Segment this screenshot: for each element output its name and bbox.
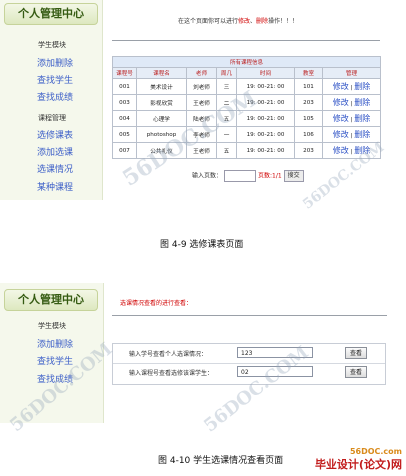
delete-link[interactable]: 删除 <box>354 82 370 91</box>
page-submit-button[interactable]: 搜交 <box>283 170 304 182</box>
sidebar-link-find-student[interactable]: 查找学生 <box>37 73 73 86</box>
pager: 输入页数： 页数:1/1 搜交 <box>192 170 304 182</box>
sidebar-link-add-course[interactable]: 添加选课 <box>37 145 73 158</box>
page-input[interactable] <box>224 170 257 182</box>
cell: 19: 00-21: 00 <box>236 126 295 143</box>
sidebar-link-course-other[interactable]: 某种课程 <box>37 180 73 193</box>
col-header: 课程号 <box>112 67 137 79</box>
cell: 美术设计 <box>136 78 187 95</box>
sidebar-section-student: 学生模块 <box>38 322 66 330</box>
cell: 203 <box>294 94 323 111</box>
delete-link[interactable]: 删除 <box>354 114 370 123</box>
cell: 19: 00-21: 00 <box>236 142 295 159</box>
view-course-button[interactable]: 查看 <box>345 366 367 378</box>
row-actions: 修改 | 删除 <box>322 126 381 143</box>
cell: 203 <box>294 142 323 159</box>
col-header: 周几 <box>216 67 237 79</box>
row-actions: 修改 | 删除 <box>322 78 381 95</box>
query-label-course: 输入课程号查看选修该课学生： <box>129 370 214 377</box>
sidebar-link-course-list[interactable]: 选修课表 <box>37 128 73 141</box>
sidebar: 个人管理中心 学生模块 添加删除 查找学生 查找成绩 课程管理 选修课表 添加选… <box>0 0 103 200</box>
sidebar-link-find-student[interactable]: 查找学生 <box>37 354 73 367</box>
cell: 001 <box>112 78 137 95</box>
query-panel: 输入学号查看个人选课情况： 123 查看 输入课程号查看选修该课学生： 02 查… <box>112 343 386 385</box>
cell: 005 <box>112 126 137 143</box>
col-header: 老师 <box>186 67 217 79</box>
pager-total: 页数:1/1 <box>258 172 282 180</box>
site-brand-logo: 56DOC.com 毕业设计(论文)网 <box>315 447 402 472</box>
sidebar-link-add-delete[interactable]: 添加删除 <box>37 56 73 69</box>
hint-prefix: 在这个页面你可以进行 <box>178 18 239 25</box>
table-header-row: 课程号 课程名 老师 周几 时间 教室 管理 <box>112 67 381 79</box>
sidebar-link-add-delete[interactable]: 添加删除 <box>37 337 73 350</box>
row-actions: 修改 | 删除 <box>322 94 381 111</box>
figure-caption-1: 图 4-9 选修课表页面 <box>160 240 244 250</box>
page-hint: 在这个页面你可以进行修改、删除操作！！！ <box>178 16 298 25</box>
brand-url: 56DOC.com <box>349 447 402 456</box>
edit-link[interactable]: 修改 <box>333 82 349 91</box>
query-label-student: 输入学号查看个人选课情况： <box>129 351 208 358</box>
divider <box>112 40 380 41</box>
col-header: 管理 <box>322 67 381 79</box>
cell: 影视欣赏 <box>136 94 187 111</box>
pager-label: 输入页数： <box>192 172 223 180</box>
hint-suffix: 操作！！！ <box>268 18 299 25</box>
cell: 五 <box>216 142 237 159</box>
brand-name: 毕业设计(论文)网 <box>314 458 402 471</box>
row-divider <box>113 363 385 364</box>
view-student-button[interactable]: 查看 <box>345 347 367 359</box>
sidebar-link-course-status[interactable]: 选课情况 <box>37 162 73 175</box>
sidebar-title: 个人管理中心 <box>4 289 98 311</box>
table-row: 005 photoshop 李老师一 19: 00-21: 00 106 修改 | 删除 <box>112 126 381 143</box>
cell: 心理学 <box>136 110 187 127</box>
row-actions: 修改 | 删除 <box>322 110 381 127</box>
sidebar-section-student: 学生模块 <box>38 41 66 49</box>
cell: 105 <box>294 110 323 127</box>
cell: 刘老师 <box>186 78 217 95</box>
edit-link[interactable]: 修改 <box>333 146 349 155</box>
col-header: 教室 <box>294 67 323 79</box>
query-hint: 选课情况查看的进行查看： <box>120 300 193 307</box>
hint-edit: 修改 <box>238 18 251 25</box>
sidebar-title: 个人管理中心 <box>4 3 98 25</box>
sidebar-link-find-score[interactable]: 查找成绩 <box>37 90 73 103</box>
delete-link[interactable]: 删除 <box>354 98 370 107</box>
cell: 101 <box>294 78 323 95</box>
sidebar-section-course: 课程管理 <box>38 114 66 122</box>
hint-delete: 删除 <box>256 18 269 25</box>
figure-caption-2: 图 4-10 学生选课情况查看页面 <box>158 456 284 466</box>
cell: 003 <box>112 94 137 111</box>
delete-link[interactable]: 删除 <box>354 130 370 139</box>
col-header: 时间 <box>236 67 295 79</box>
cell: 004 <box>112 110 137 127</box>
cell: 106 <box>294 126 323 143</box>
cell: 三 <box>216 78 237 95</box>
table-caption: 所有课程信息 <box>112 56 381 68</box>
col-header: 课程名 <box>136 67 187 79</box>
divider <box>112 315 387 316</box>
edit-link[interactable]: 修改 <box>333 130 349 139</box>
edit-link[interactable]: 修改 <box>333 114 349 123</box>
cell: 007 <box>112 142 137 159</box>
edit-link[interactable]: 修改 <box>333 98 349 107</box>
